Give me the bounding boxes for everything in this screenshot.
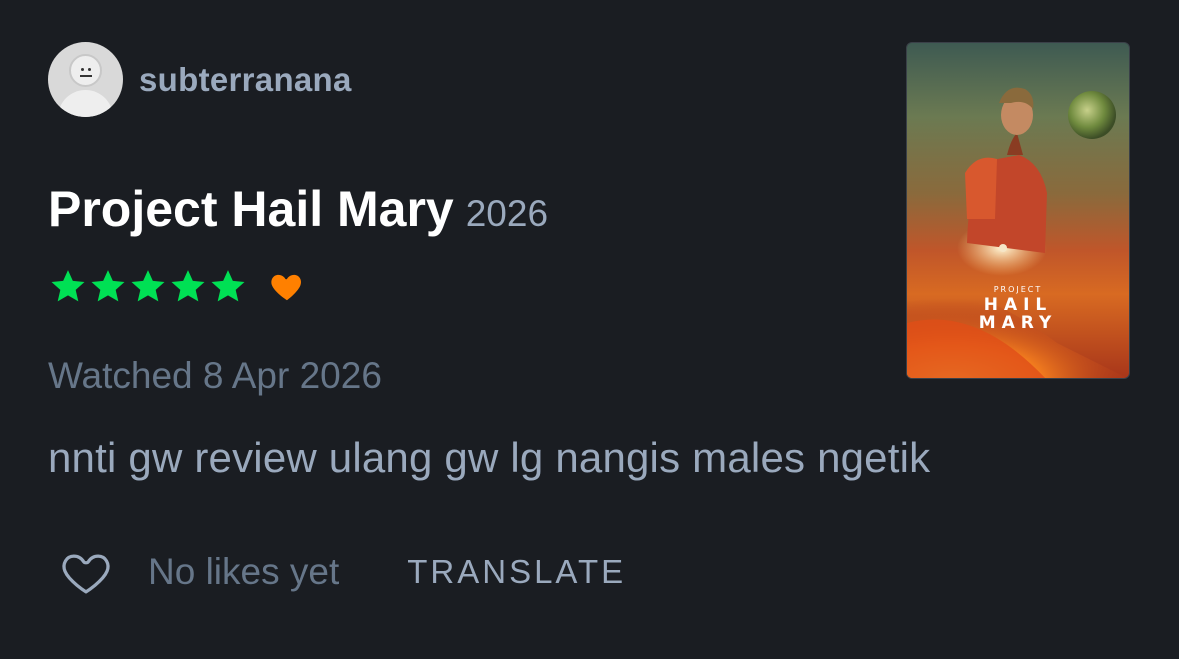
star-icon [211, 270, 245, 302]
star-icon [171, 270, 205, 302]
heart-outline-icon[interactable] [56, 544, 116, 600]
liked-heart-icon [271, 274, 302, 301]
star-icon [131, 270, 165, 302]
review-card: subterranana Project Hail Mary 2026 Watc… [0, 0, 1179, 659]
translate-button[interactable]: TRANSLATE [407, 553, 626, 591]
avatar-head [69, 54, 102, 87]
film-year[interactable]: 2026 [466, 193, 548, 235]
review-actions: No likes yet TRANSLATE [56, 544, 626, 600]
film-heading: Project Hail Mary 2026 [48, 180, 548, 238]
watched-date: Watched 8 Apr 2026 [48, 355, 382, 396]
poster-title-line2: MARY [978, 313, 1058, 333]
planet-icon [1068, 91, 1116, 139]
review-body: nnti gw review ulang gw lg nangis males … [48, 434, 931, 481]
poster-title-line1: HAIL [983, 295, 1053, 315]
film-poster[interactable]: PROJECT HAIL MARY [906, 42, 1130, 379]
likes-count: No likes yet [148, 551, 340, 592]
avatar[interactable] [48, 42, 123, 117]
avatar-body [58, 90, 113, 117]
poster-pretitle: PROJECT [993, 285, 1043, 294]
reviewer[interactable]: subterranana [48, 42, 352, 117]
rating [48, 266, 306, 306]
star-icon [51, 270, 85, 302]
star-icon [91, 270, 125, 302]
username[interactable]: subterranana [139, 61, 352, 99]
film-title[interactable]: Project Hail Mary [48, 180, 454, 238]
